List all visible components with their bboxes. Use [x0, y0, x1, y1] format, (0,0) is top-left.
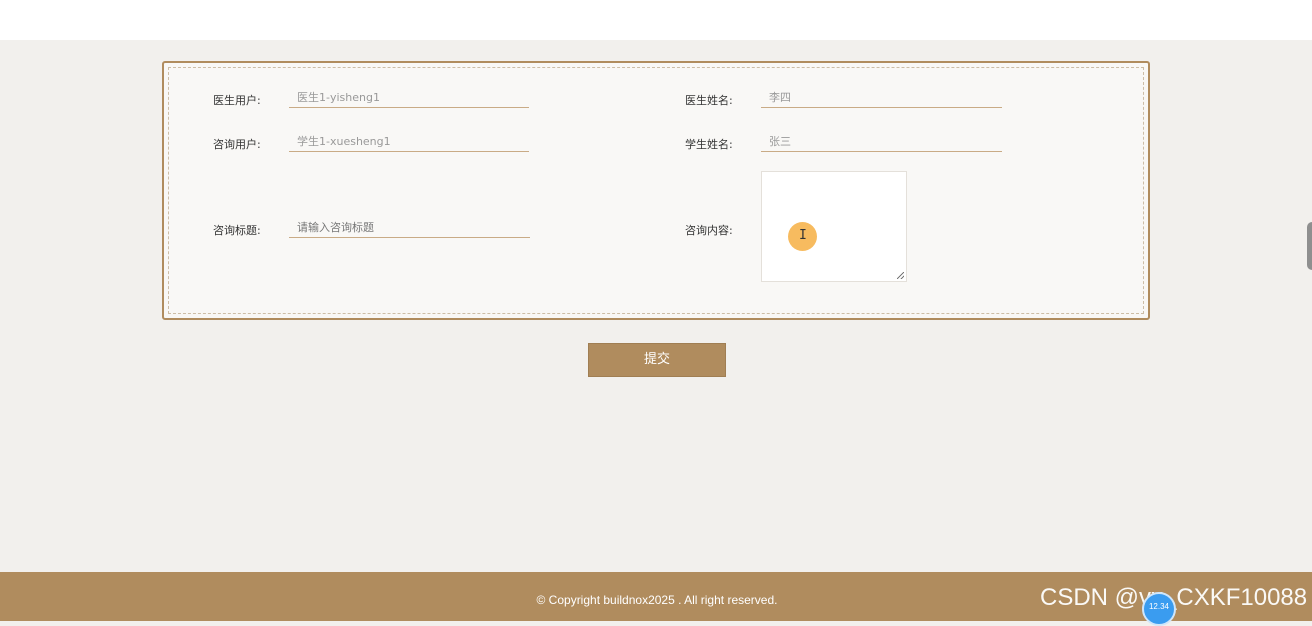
doctor-name-label: 医生姓名: — [685, 94, 733, 107]
doctor-user-field[interactable]: 医生1-yisheng1 — [289, 88, 529, 108]
text-cursor-icon: I — [799, 228, 807, 243]
consult-title-label: 咨询标题: — [213, 224, 261, 237]
resize-grip-icon[interactable] — [897, 272, 904, 279]
consult-content-textarea[interactable] — [761, 171, 907, 282]
consult-user-field[interactable]: 学生1-xuesheng1 — [289, 132, 529, 152]
doctor-name-field[interactable]: 李四 — [761, 88, 1002, 108]
student-name-label: 学生姓名: — [685, 138, 733, 151]
consult-content-label: 咨询内容: — [685, 224, 733, 237]
consult-title-input[interactable]: 请输入咨询标题 — [289, 218, 530, 238]
top-nav-bar — [0, 0, 1312, 40]
submit-button[interactable]: 提交 — [588, 343, 726, 377]
student-name-field[interactable]: 张三 — [761, 132, 1002, 152]
consult-user-label: 咨询用户: — [213, 138, 261, 151]
side-drawer-tab[interactable] — [1307, 222, 1312, 270]
doctor-user-label: 医生用户: — [213, 94, 261, 107]
